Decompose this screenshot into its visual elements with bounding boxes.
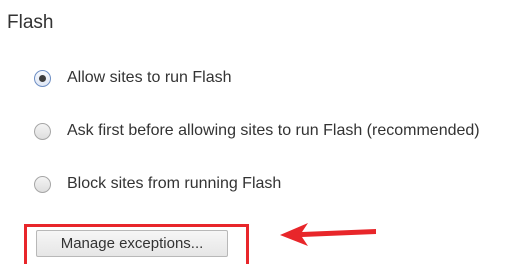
section-title-flash: Flash	[7, 12, 54, 33]
radio-button-icon[interactable]	[34, 175, 51, 193]
left-arrow-icon	[280, 223, 376, 246]
radio-label-ask-first: Ask first before allowing sites to run F…	[67, 122, 480, 139]
radio-option-block[interactable]: Block sites from running Flash	[34, 171, 281, 197]
radio-button-checked-icon[interactable]	[34, 69, 51, 87]
radio-label-block: Block sites from running Flash	[67, 175, 282, 192]
radio-label-allow: Allow sites to run Flash	[67, 69, 232, 86]
manage-exceptions-button[interactable]: Manage exceptions...	[36, 230, 228, 257]
radio-button-icon[interactable]	[34, 122, 51, 140]
radio-option-ask-first[interactable]: Ask first before allowing sites to run F…	[34, 118, 480, 144]
radio-option-allow[interactable]: Allow sites to run Flash	[34, 65, 232, 91]
